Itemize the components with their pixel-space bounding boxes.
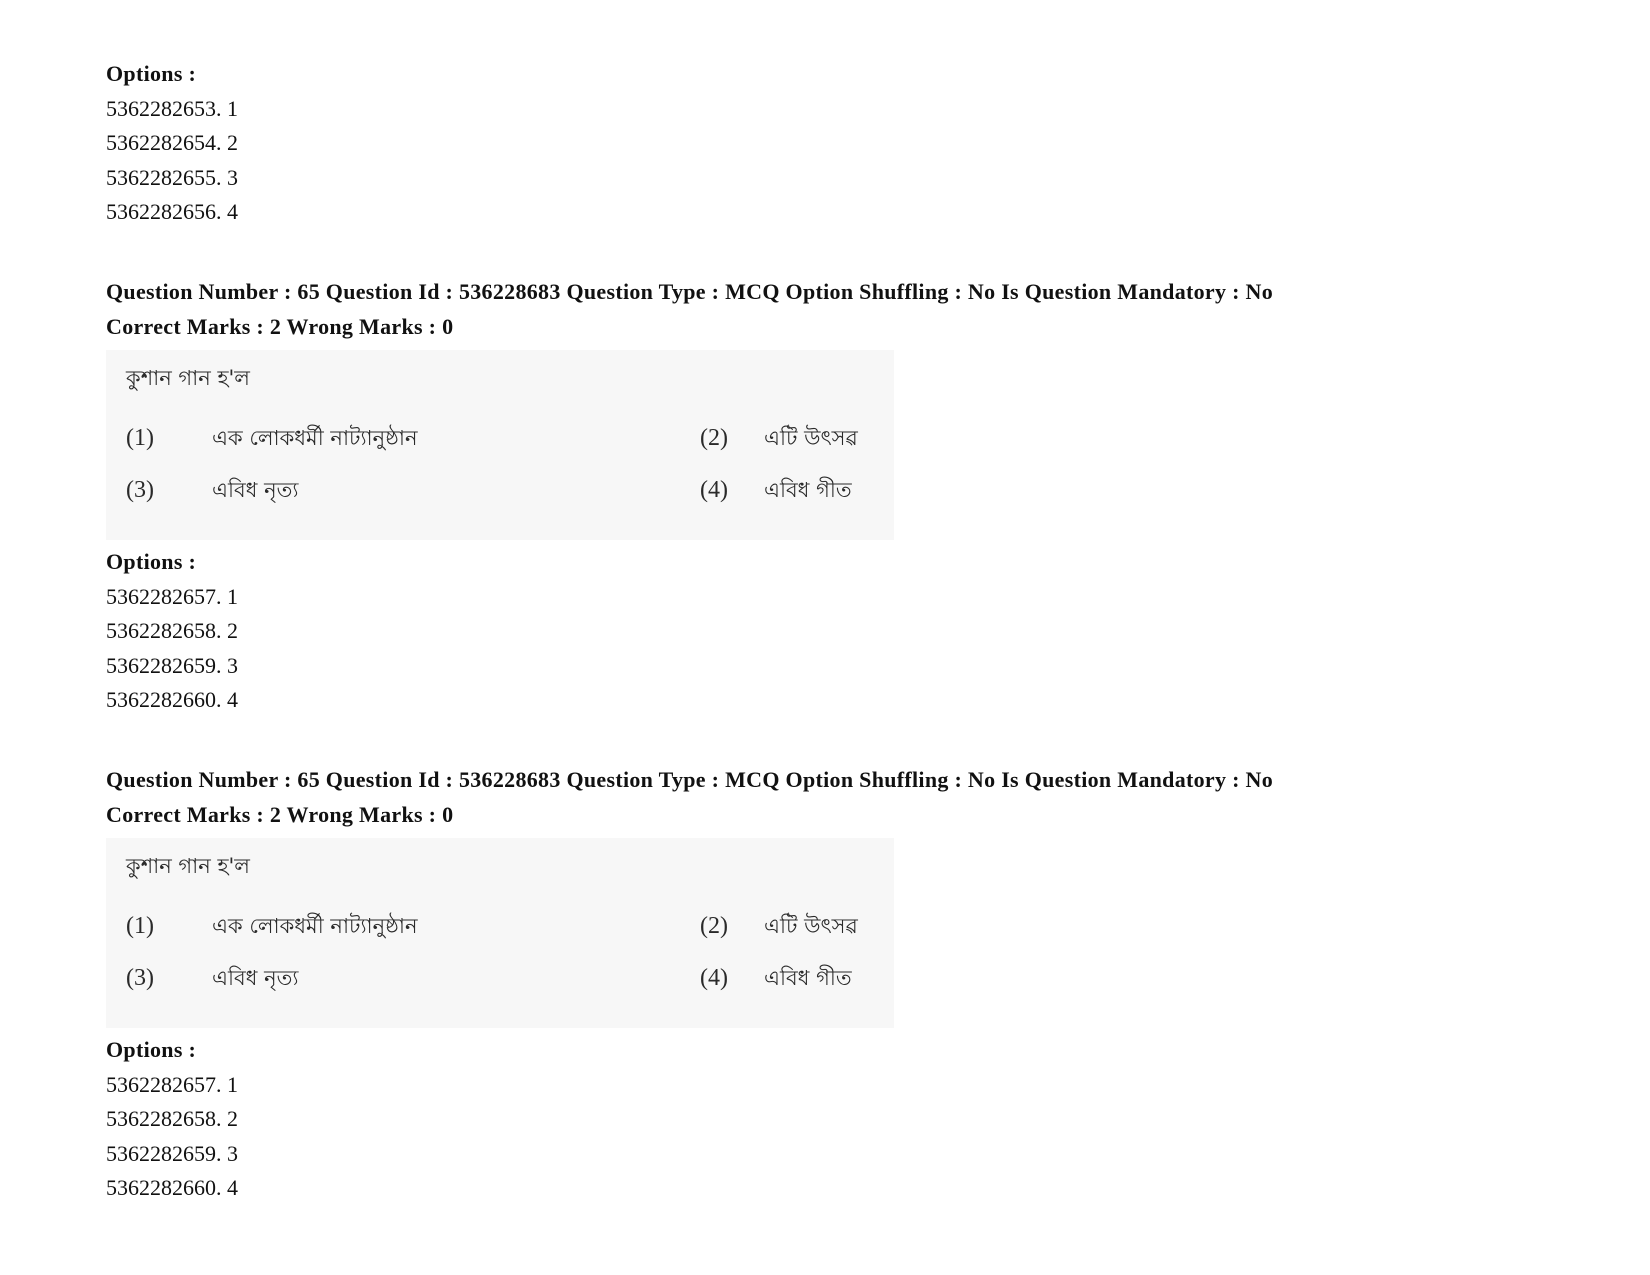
options-label: Options : [106,61,197,86]
choice-text: এবিধ গীত [764,478,852,502]
option-item: 5362282657. 1 [106,583,238,609]
choice-text: এক লোকধর্মী নাট্যানুষ্ঠান [212,426,418,450]
option-item: 5362282656. 4 [106,199,238,224]
question-meta-line: Question Number : 65 Question Id : 53622… [106,767,1274,792]
option-item: 5362282659. 3 [106,1140,238,1166]
question-stem: কুশান গান হ'ল [126,854,250,878]
option-item: 5362282658. 2 [106,618,238,643]
question-header: Question Number : 65 Question Id : 53622… [106,275,1273,344]
choice-number: (4) [700,965,728,991]
choice-text: এক লোকধর্মী নাট্যানুষ্ঠান [212,914,418,938]
choice-number: (2) [700,913,728,939]
option-item: 5362282660. 4 [106,1175,238,1200]
option-item: 5362282660. 4 [106,687,238,712]
choice-3: (3) এবিধ নৃত্য [126,474,299,509]
options-label: Options : [106,1037,197,1062]
option-item: 5362282658. 2 [106,1106,238,1131]
choice-4: (4) এবিধ গীত [700,474,852,509]
option-item: 5362282659. 3 [106,652,238,678]
choice-2: (2) এটি উৎসৱ [700,422,858,457]
option-item: 5362282657. 1 [106,1071,238,1097]
choice-4: (4) এবিধ গীত [700,962,852,997]
question-header: Question Number : 65 Question Id : 53622… [106,763,1273,832]
choice-number: (4) [700,477,728,503]
option-item: 5362282653. 1 [106,95,238,121]
question-stem: কুশান গান হ'ল [126,366,250,390]
option-item: 5362282655. 3 [106,164,238,190]
options-block: Options : 5362282657. 1 5362282658. 2 53… [106,545,238,718]
question-marks-line: Correct Marks : 2 Wrong Marks : 0 [106,313,454,339]
choice-3: (3) এবিধ নৃত্য [126,962,299,997]
choice-text: এবিধ নৃত্য [212,478,299,502]
choice-text: এবিধ নৃত্য [212,966,299,990]
choice-number: (2) [700,425,728,451]
choice-number: (1) [126,913,154,939]
choice-1: (1) এক লোকধর্মী নাট্যানুষ্ঠান [126,910,418,945]
choice-number: (3) [126,965,154,991]
choice-number: (3) [126,477,154,503]
choice-text: এটি উৎসৱ [764,426,858,450]
question-image: কুশান গান হ'ল (1) এক লোকধর্মী নাট্যানুষ্ঠ… [106,838,894,1028]
options-label: Options : [106,549,197,574]
choice-text: এটি উৎসৱ [764,914,858,938]
options-block-previous: Options : 5362282653. 1 5362282654. 2 53… [106,57,238,230]
question-meta-line: Question Number : 65 Question Id : 53622… [106,279,1274,304]
choice-text: এবিধ গীত [764,966,852,990]
question-image: কুশান গান হ'ল (1) এক লোকধর্মী নাট্যানুষ্ঠ… [106,350,894,540]
choice-number: (1) [126,425,154,451]
choice-1: (1) এক লোকধর্মী নাট্যানুষ্ঠান [126,422,418,457]
option-item: 5362282654. 2 [106,130,238,155]
options-block: Options : 5362282657. 1 5362282658. 2 53… [106,1033,238,1206]
question-marks-line: Correct Marks : 2 Wrong Marks : 0 [106,801,454,827]
choice-2: (2) এটি উৎসৱ [700,910,858,945]
